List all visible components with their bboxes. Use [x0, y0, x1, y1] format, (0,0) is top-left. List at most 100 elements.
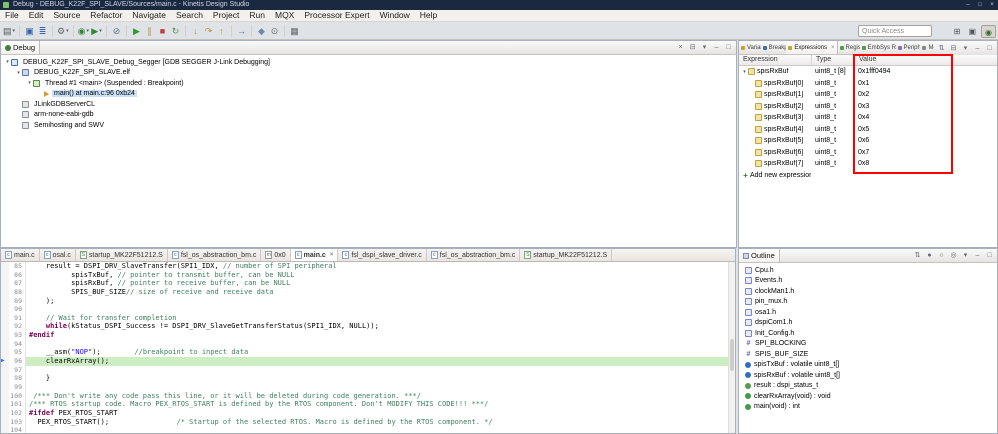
code-line[interactable]: 89 ); — [1, 296, 735, 306]
line-number[interactable]: 100 — [9, 391, 26, 401]
view-menu-icon[interactable]: ▾ — [960, 250, 971, 261]
editor-tab-fsl-os-abstraction-bm-c[interactable]: c fsl_os_abstraction_bm.c — [427, 249, 521, 261]
column-header-value[interactable]: Value — [854, 55, 997, 65]
editor-tab-fsl-dspi-slave-driver-c[interactable]: c fsl_dspi_slave_driver.c — [338, 249, 427, 261]
code-line[interactable]: 95 __asm("NOP"); //breakpoint to inpect … — [1, 348, 735, 358]
line-number[interactable]: 96 — [9, 357, 26, 366]
annotation-ruler[interactable] — [1, 426, 9, 433]
column-header-expression[interactable]: Expression — [739, 55, 811, 65]
code-line[interactable]: 98 } — [1, 374, 735, 383]
remove-all-terminated-icon[interactable]: × — [675, 42, 686, 53]
debug-tree-row[interactable]: ▾ DEBUG_K22F_SPI_SLAVE.elf — [1, 68, 736, 79]
close-tab-icon[interactable]: × — [831, 45, 835, 51]
code-line[interactable]: 103 PEX_RTOS_START(); /* Startup of the … — [1, 417, 735, 427]
annotation-ruler[interactable] — [1, 417, 9, 427]
expression-row[interactable]: spisRxBuf[5] uint8_t 0x6 — [739, 135, 997, 147]
quick-access-input[interactable] — [859, 27, 931, 35]
line-number[interactable]: 92 — [9, 322, 26, 332]
menu-edit[interactable]: Edit — [24, 10, 49, 21]
view-menu-icon[interactable]: ▾ — [960, 43, 971, 54]
code-line[interactable]: 87 spisRxBuf, // pointer to receive buff… — [1, 279, 735, 288]
close-tab-icon[interactable]: × — [330, 252, 334, 258]
collapse-all-icon[interactable]: ⊟ — [948, 43, 959, 54]
sort-icon[interactable]: ⇅ — [912, 250, 923, 261]
code-line[interactable]: 92 while(kStatus_DSPI_Success != DSPI_DR… — [1, 322, 735, 332]
outline-item[interactable]: spisRxBuf : volatile uint8_t[] — [739, 370, 997, 381]
outline-item[interactable]: clockMan1.h — [739, 286, 997, 297]
code-line[interactable]: 88 SPIS_BUF_SIZE// size of receive and r… — [1, 287, 735, 297]
editor-tab-startup-mk22f51212-s[interactable]: Sstartup_MK22F51212.S — [76, 249, 168, 261]
menu-refactor[interactable]: Refactor — [85, 10, 127, 21]
annotation-ruler[interactable] — [1, 313, 9, 323]
annotation-ruler[interactable] — [1, 400, 9, 409]
line-number[interactable]: 97 — [9, 365, 26, 375]
annotation-ruler[interactable] — [1, 348, 9, 358]
minimize-icon[interactable]: – — [711, 42, 722, 53]
skip-breakpoints-button[interactable]: ⊘ — [110, 24, 123, 38]
open-element-button[interactable]: ▦ — [288, 24, 301, 38]
expression-row[interactable]: spisRxBuf[3] uint8_t 0x4 — [739, 112, 997, 124]
minimize-icon[interactable]: – — [972, 250, 983, 261]
build-button[interactable]: ⚙ ▾ — [56, 24, 70, 38]
run-button[interactable]: ▶ ▾ — [90, 24, 103, 38]
editor-scrollbar-thumb[interactable] — [730, 338, 734, 371]
expander-icon[interactable]: ▾ — [741, 69, 748, 75]
outline-item[interactable]: Events.h — [739, 276, 997, 287]
code-line[interactable]: 102 #ifdef PEX_RTOS_START — [1, 408, 735, 418]
expander-icon[interactable]: ▾ — [15, 70, 22, 76]
hide-non-public-icon[interactable]: ◎ — [948, 250, 959, 261]
save-all-button[interactable]: ≣ — [36, 24, 49, 38]
instruction-stepping-button[interactable]: → — [235, 24, 248, 38]
maximize-icon[interactable]: □ — [723, 42, 734, 53]
tab-registers[interactable]: Registers — [838, 41, 860, 54]
expression-row[interactable]: spisRxBuf[4] uint8_t 0x5 — [739, 124, 997, 136]
expression-row[interactable]: ▾ spisRxBuf uint8_t [8] 0x1fff0494 — [739, 66, 997, 78]
menu-help[interactable]: Help — [415, 10, 442, 21]
line-number[interactable]: 88 — [9, 287, 26, 297]
tab-expressions[interactable]: Expressions × — [786, 41, 838, 54]
debug-tree-row[interactable]: Semihosting and SWV — [1, 120, 736, 131]
line-number[interactable]: 85 — [9, 262, 26, 271]
save-button[interactable]: ▣ — [23, 24, 36, 38]
step-into-button[interactable]: ↓ — [189, 24, 202, 38]
expression-row[interactable]: spisRxBuf[6] uint8_t 0x7 — [739, 147, 997, 159]
debug-tree-row[interactable]: arm-none-eabi-gdb — [1, 110, 736, 121]
tab-breakpoints[interactable]: Breakpoints — [761, 41, 786, 54]
outline-item[interactable]: Cpu.h — [739, 265, 997, 276]
editor-tab-main-c[interactable]: c main.c — [1, 249, 40, 261]
step-return-button[interactable]: ↑ — [215, 24, 228, 38]
open-perspective-button[interactable]: ⊞ — [951, 25, 964, 38]
line-number[interactable]: 99 — [9, 382, 26, 392]
column-header-type[interactable]: Type — [811, 55, 854, 65]
code-line[interactable]: 86 spisTxBuf, // pointer to transmit buf… — [1, 270, 735, 280]
debug-tree-row[interactable]: ▾ DEBUG_K22F_SPI_SLAVE_Debug_Segger [GDB … — [1, 57, 736, 68]
menu-window[interactable]: Window — [375, 10, 415, 21]
maximize-icon[interactable]: □ — [984, 43, 995, 54]
show-type-names-icon[interactable]: ⇅ — [936, 43, 947, 54]
editor-tab-startup-mk22f51212-s[interactable]: Sstartup_MK22F51212.S — [520, 249, 613, 261]
hide-fields-icon[interactable]: ● — [924, 250, 935, 261]
menu-run[interactable]: Run — [244, 10, 270, 21]
menu-navigate[interactable]: Navigate — [127, 10, 171, 21]
code-line[interactable]: 104 — [1, 426, 735, 433]
editor-tab-main-c[interactable]: c main.c × — [290, 249, 339, 261]
tab-embsys-registers[interactable]: EmbSys Registers — [860, 41, 896, 54]
line-number[interactable]: 87 — [9, 279, 26, 288]
annotation-ruler[interactable] — [1, 365, 9, 375]
line-number[interactable]: 102 — [9, 408, 26, 418]
editor-scrollbar[interactable] — [728, 262, 735, 433]
suspend-button[interactable]: ∥ — [143, 24, 156, 38]
annotation-ruler[interactable] — [1, 262, 9, 271]
line-number[interactable]: 95 — [9, 348, 26, 358]
debug-button[interactable]: ◉ ▾ — [77, 24, 90, 38]
tab-outline[interactable]: Outline — [739, 249, 780, 262]
expression-row[interactable]: spisRxBuf[7] uint8_t 0x8 — [739, 158, 997, 170]
annotation-ruler[interactable] — [1, 391, 9, 401]
view-menu-icon[interactable]: ▾ — [699, 42, 710, 53]
minimize-icon[interactable]: – — [972, 43, 983, 54]
line-number[interactable]: 91 — [9, 313, 26, 323]
line-number[interactable]: 94 — [9, 339, 26, 349]
annotation-ruler[interactable] — [1, 339, 9, 349]
code-line[interactable]: 90 — [1, 305, 735, 314]
step-over-button[interactable]: ↷ — [202, 24, 215, 38]
